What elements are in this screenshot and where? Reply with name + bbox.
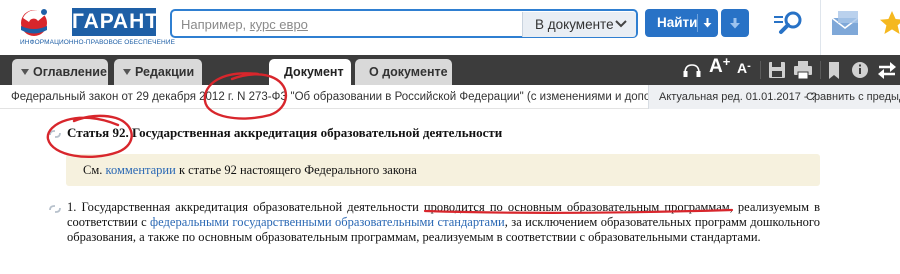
tts-icon bbox=[683, 64, 701, 77]
revision-panel: Актуальная ред. 01.01.2017 - ? Сравнить … bbox=[648, 85, 900, 109]
scope-select-value: В документе bbox=[535, 17, 614, 32]
compare-revisions-link[interactable]: Сравнить с предыдущ bbox=[806, 91, 900, 103]
logo-emblem-icon bbox=[21, 9, 47, 36]
font-increase-sup: + bbox=[722, 54, 731, 69]
search-list-button[interactable] bbox=[772, 9, 806, 37]
find-button-label: Найти bbox=[657, 15, 698, 30]
tab-label: Документ bbox=[284, 65, 344, 79]
save-button[interactable] bbox=[768, 58, 786, 82]
paragraph-link-icon[interactable] bbox=[49, 129, 61, 139]
triangle-down-icon bbox=[123, 69, 131, 75]
font-increase-button[interactable]: A+ bbox=[709, 54, 731, 80]
tab-revisions[interactable]: Редакции bbox=[114, 59, 202, 85]
underlined-phrase: проводится по основным образовательным п… bbox=[423, 200, 730, 214]
search-box[interactable]: Например, курс евро В документе bbox=[170, 9, 638, 38]
chevron-down-icon bbox=[615, 20, 627, 28]
article-heading: Статья 92. Государственная аккредитация … bbox=[67, 125, 502, 141]
tab-label: Оглавление bbox=[33, 65, 107, 79]
next-result-button[interactable] bbox=[721, 9, 749, 37]
comment-note-text: См. комментарии к статье 92 настоящего Ф… bbox=[83, 163, 417, 177]
mail-icon bbox=[831, 11, 859, 35]
fgos-link[interactable]: федеральными государственными образовате… bbox=[150, 215, 505, 229]
swap-icon bbox=[878, 62, 896, 79]
header-separator bbox=[820, 0, 821, 55]
bookmark-icon bbox=[829, 62, 839, 79]
find-button[interactable]: Найти bbox=[645, 9, 718, 37]
toolbar-separator bbox=[820, 61, 821, 79]
document-body: Статья 92. Государственная аккредитация … bbox=[0, 110, 900, 274]
arrow-down-icon bbox=[730, 18, 740, 29]
find-button-divider bbox=[697, 14, 698, 32]
toolbar-separator bbox=[760, 61, 761, 79]
print-icon bbox=[794, 61, 812, 80]
comments-link[interactable]: комментарии bbox=[106, 163, 176, 177]
mail-button[interactable] bbox=[829, 8, 863, 38]
tab-label: Редакции bbox=[135, 65, 195, 79]
save-icon bbox=[769, 62, 785, 78]
search-input[interactable] bbox=[180, 15, 520, 33]
bookmark-button[interactable] bbox=[828, 58, 840, 82]
document-title: Федеральный закон от 29 декабря 2012 г. … bbox=[11, 91, 707, 103]
font-decrease-sup: - bbox=[747, 60, 751, 72]
current-revision-link[interactable]: Актуальная ред. 01.01.2017 - ? bbox=[659, 91, 817, 103]
print-button[interactable] bbox=[793, 58, 813, 82]
paragraph-link-icon[interactable] bbox=[49, 204, 61, 214]
garant-logo[interactable]: ГАРАНТ ИНФОРМАЦИОННО-ПРАВОВОЕ ОБЕСПЕЧЕНИ… bbox=[6, 4, 175, 48]
caret-down-icon[interactable] bbox=[703, 18, 712, 28]
tab-contents[interactable]: Оглавление bbox=[12, 59, 108, 85]
logo-subtitle: ИНФОРМАЦИОННО-ПРАВОВОЕ ОБЕСПЕЧЕНИЕ bbox=[20, 39, 176, 46]
swap-button[interactable] bbox=[876, 58, 898, 82]
logo-wordmark: ГАРАНТ bbox=[72, 8, 158, 36]
comment-note: См. комментарии к статье 92 настоящего Ф… bbox=[66, 154, 820, 186]
tab-label: О документе bbox=[369, 65, 448, 79]
scope-select[interactable]: В документе bbox=[522, 12, 636, 37]
font-decrease-button[interactable]: A- bbox=[737, 60, 751, 84]
star-icon bbox=[880, 11, 900, 34]
triangle-down-icon bbox=[21, 69, 29, 75]
search-list-icon bbox=[774, 11, 802, 34]
article-number: Статья 92. bbox=[67, 125, 129, 140]
paragraph-1: 1. Государственная аккредитация образова… bbox=[67, 200, 820, 244]
font-decrease-icon: A bbox=[737, 60, 748, 76]
tts-button[interactable] bbox=[682, 58, 702, 82]
tab-bar: Оглавление Редакции Документ О документе… bbox=[0, 54, 900, 85]
info-icon bbox=[852, 62, 868, 78]
document-info-bar: Федеральный закон от 29 декабря 2012 г. … bbox=[0, 85, 900, 109]
article-title: Государственная аккредитация образовател… bbox=[131, 125, 503, 140]
favorites-button[interactable] bbox=[877, 8, 900, 38]
font-increase-icon: A bbox=[709, 56, 723, 77]
info-button[interactable] bbox=[850, 58, 870, 82]
top-header: ГАРАНТ ИНФОРМАЦИОННО-ПРАВОВОЕ ОБЕСПЕЧЕНИ… bbox=[0, 0, 900, 55]
tab-about-document[interactable]: О документе bbox=[355, 59, 452, 85]
tab-document[interactable]: Документ bbox=[269, 59, 351, 85]
